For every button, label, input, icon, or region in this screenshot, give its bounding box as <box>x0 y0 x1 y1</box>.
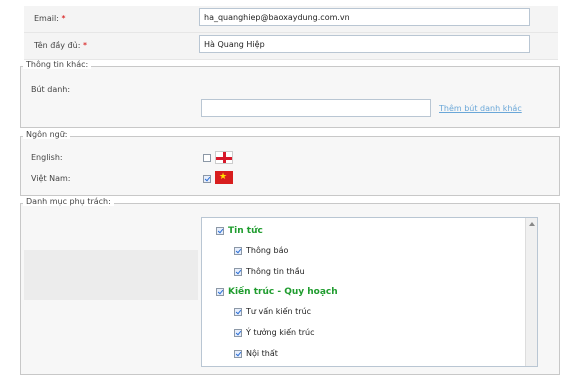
tree-item-label: Thông báo <box>246 246 289 255</box>
other-info-section: Thông tin khác: Bút danh: <box>20 60 560 128</box>
tree-item-label: Nội thất <box>246 349 278 358</box>
fullname-label-text: Tên đầy đủ: <box>34 41 81 50</box>
language-section: Ngôn ngữ: English: Việt Nam: <box>20 130 560 196</box>
row-background-band <box>24 250 198 300</box>
email-field[interactable]: ha_quanghiep@baoxaydung.com.vn <box>199 8 530 26</box>
category-tree[interactable]: Tin tức Thông báo Thông tin thầu Kiến tr… <box>201 217 538 367</box>
required-mark: * <box>61 14 66 23</box>
pen-name-field[interactable] <box>201 99 431 117</box>
pen-name-label: Bút danh: <box>31 85 71 94</box>
tree-checkbox[interactable] <box>234 350 242 358</box>
language-legend: Ngôn ngữ: <box>23 130 71 139</box>
tree-checkbox[interactable] <box>216 227 224 235</box>
tree-checkbox[interactable] <box>234 247 242 255</box>
tree-item-label: Ý tưởng kiến trúc <box>246 328 315 337</box>
tree-item-label: Thông tin thầu <box>246 267 305 276</box>
uk-flag-icon <box>215 151 233 164</box>
tree-checkbox[interactable] <box>234 268 242 276</box>
english-checkbox[interactable] <box>203 154 211 162</box>
email-label: Email: * <box>34 14 65 23</box>
tree-checkbox[interactable] <box>216 288 224 296</box>
scroll-up-arrow-icon[interactable] <box>529 222 535 226</box>
fullname-label: Tên đầy đủ: * <box>34 41 87 50</box>
fullname-field[interactable]: Hà Quang Hiệp <box>199 35 530 53</box>
user-profile-form: Email: * ha_quanghiep@baoxaydung.com.vn … <box>0 0 562 375</box>
other-info-legend: Thông tin khác: <box>23 60 92 69</box>
tree-item-label: Tư vấn kiến trúc <box>246 307 312 316</box>
language-english-label: English: <box>31 153 63 162</box>
vietnam-flag-icon: ★ <box>215 171 233 184</box>
vietnam-checkbox[interactable] <box>203 175 211 183</box>
tree-scrollbar[interactable] <box>525 218 537 366</box>
language-vietnam-label: Việt Nam: <box>31 174 71 183</box>
tree-item-label: Tin tức <box>228 226 263 236</box>
add-pen-name-link[interactable]: Thêm bút danh khác <box>439 104 522 113</box>
email-label-text: Email: <box>34 14 59 23</box>
tree-checkbox[interactable] <box>234 308 242 316</box>
required-mark: * <box>82 41 87 50</box>
tree-checkbox[interactable] <box>234 329 242 337</box>
categories-legend: Danh mục phụ trách: <box>23 197 114 206</box>
tree-item-label: Kiến trúc - Quy hoạch <box>228 287 338 297</box>
